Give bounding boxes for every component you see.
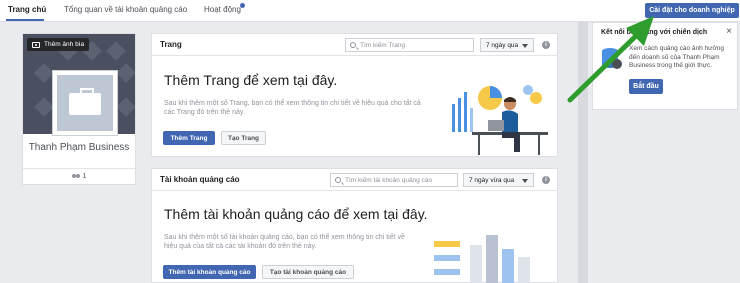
info-icon[interactable]: i (542, 41, 550, 49)
ad-accounts-date-range-select[interactable]: 7 ngày vừa qua (463, 173, 534, 187)
close-icon[interactable]: × (726, 26, 732, 37)
activity-notification-dot (240, 3, 245, 8)
pages-empty-title: Thêm Trang để xem tại đây. (164, 72, 338, 88)
ad-accounts-card-header: Tài khoản quảng cáo Tìm kiếm tài khoản q… (152, 169, 557, 191)
search-icon (350, 42, 356, 48)
ad-accounts-empty-title: Thêm tài khoản quảng cáo để xem tại đây. (164, 206, 428, 222)
active-tab-underline (6, 19, 44, 21)
ad-accounts-card-title: Tài khoản quảng cáo (160, 175, 240, 184)
tab-activity[interactable]: Hoạt động (204, 5, 241, 14)
camera-icon (32, 41, 40, 48)
add-ad-account-button[interactable]: Thêm tài khoản quảng cáo (163, 265, 256, 279)
ad-accounts-date-range-label: 7 ngày vừa qua (469, 176, 515, 184)
pages-date-range-select[interactable]: 7 ngày qua (480, 38, 534, 52)
ad-accounts-card: Tài khoản quảng cáo Tìm kiếm tài khoản q… (151, 168, 558, 283)
pages-card-title: Trang (160, 40, 182, 49)
people-icon (71, 173, 80, 180)
pages-card: Trang Tìm kiếm Trang 7 ngày qua i Thêm T… (151, 33, 558, 157)
profile-likes: 1 (23, 173, 135, 180)
likes-count: 1 (82, 173, 87, 180)
pages-date-range-label: 7 ngày qua (486, 41, 519, 49)
tab-home[interactable]: Trang chủ (8, 5, 46, 14)
ad-accounts-search-input[interactable]: Tìm kiếm tài khoản quảng cáo (330, 173, 458, 187)
info-icon[interactable]: i (542, 176, 550, 184)
analytics-illustration (452, 85, 548, 155)
profile-name[interactable]: Thanh Phạm Business (23, 142, 135, 154)
pages-card-header: Trang Tìm kiếm Trang 7 ngày qua i (152, 34, 557, 56)
briefcase-icon (69, 88, 101, 115)
add-cover-photo-label: Thêm ảnh bìa (44, 41, 85, 48)
ad-accounts-search-placeholder: Tìm kiếm tài khoản quảng cáo (345, 176, 433, 184)
caret-down-icon (522, 179, 528, 183)
tab-ad-account-overview[interactable]: Tổng quan về tài khoản quảng cáo (64, 5, 187, 14)
add-page-button[interactable]: Thêm Trang (163, 131, 215, 145)
create-page-button[interactable]: Tạo Trang (221, 131, 266, 145)
avatar[interactable] (53, 71, 117, 135)
add-cover-photo-button[interactable]: Thêm ảnh bìa (27, 38, 90, 51)
pages-search-input[interactable]: Tìm kiếm Trang (345, 38, 474, 52)
divider (23, 168, 135, 169)
pages-empty-description: Sau khi thêm một số Trang, bạn có thể xe… (164, 100, 421, 116)
pages-search-placeholder: Tìm kiếm Trang (360, 41, 406, 49)
create-ad-account-button[interactable]: Tạo tài khoản quảng cáo (262, 265, 354, 279)
ad-accounts-empty-description: Sau khi thêm một số tài khoản quảng cáo,… (164, 234, 405, 250)
green-annotation-arrow (567, 16, 654, 103)
search-icon (335, 177, 341, 183)
profile-card: Thêm ảnh bìa Thanh Phạm Business 1 (22, 33, 136, 185)
ad-accounts-illustration (434, 235, 530, 283)
caret-down-icon (522, 44, 528, 48)
